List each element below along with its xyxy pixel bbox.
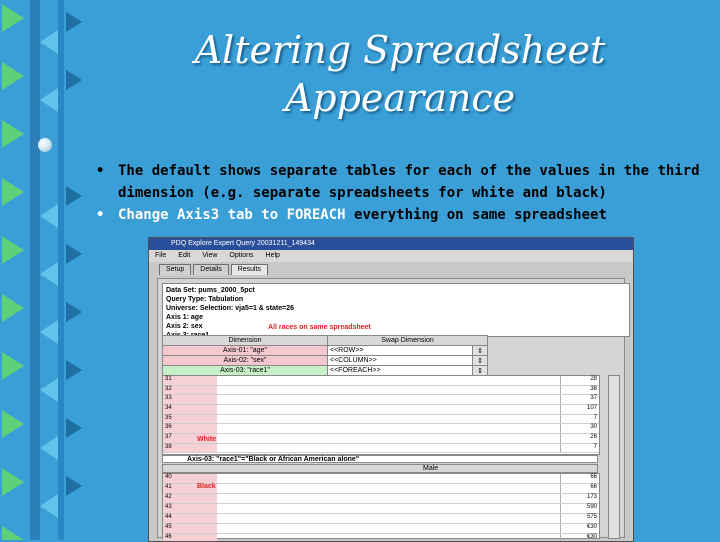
bullet-highlight: FOREACH — [286, 207, 346, 223]
row-header: 31 — [163, 376, 217, 385]
vertical-scrollbar[interactable] — [608, 375, 620, 539]
bullet-item: • Change Axis3 tab to FOREACH everything… — [90, 204, 710, 226]
bullet-icon: • — [96, 163, 105, 179]
cell-value[interactable]: 66 — [560, 484, 599, 493]
info-line: Query Type: Tabulation — [166, 296, 244, 303]
decorative-border — [0, 0, 88, 540]
axes-table: Dimension Swap Dimension Axis-01: "age" … — [162, 335, 488, 376]
bullet-text-prefix: Change Axis3 tab to — [118, 207, 287, 223]
table-row: 32 38 — [163, 385, 599, 396]
spreadsheet-black: 40 66 41 66 42 173 43 590 44 575 45 €30 46 €30 … — [162, 473, 600, 541]
info-line: Axis 2: sex — [166, 323, 203, 330]
row-header: 45 — [163, 524, 217, 533]
menu-options[interactable]: Options — [229, 250, 253, 262]
axes-header-dimension: Dimension — [162, 335, 328, 346]
cell-value[interactable]: 575 — [560, 514, 599, 523]
cell-value[interactable]: 173 — [560, 494, 599, 503]
tab-bar: Setup Details Results — [149, 262, 633, 276]
axis-swap-select[interactable]: <<FOREACH>> — [327, 365, 473, 376]
axis3-bar: Axis-03: "race1"="Black or African Ameri… — [162, 455, 598, 463]
menu-edit[interactable]: Edit — [178, 250, 190, 262]
table-row: 31 28 — [163, 376, 599, 386]
row-header: 32 — [163, 385, 217, 395]
menu-view[interactable]: View — [202, 250, 217, 262]
swap-arrow-icon[interactable]: ⇕ — [472, 355, 488, 366]
row-header: 44 — [163, 514, 217, 523]
app-window: PDQ Explore Expert Query 20031211_149434… — [148, 237, 634, 542]
race-label: White — [197, 436, 217, 443]
table-row: 42 173 — [163, 494, 599, 504]
menu-file[interactable]: File — [155, 250, 166, 262]
cell-value[interactable]: 26 — [560, 433, 599, 443]
column-header: Male — [162, 464, 598, 473]
race-label: Black — [197, 483, 216, 490]
column-header-label: Male — [423, 465, 439, 472]
axis-dimension: Axis-01: "age" — [162, 345, 328, 356]
annotation-note: All races on same spreadsheet — [268, 324, 371, 331]
cell-value[interactable]: 590 — [560, 504, 599, 513]
table-row: 37 26 — [163, 433, 599, 444]
menu-bar: File Edit View Options Help — [149, 250, 633, 262]
table-row: 40 66 — [163, 474, 599, 484]
bullet-icon: • — [96, 207, 105, 223]
row-header: 38 — [163, 443, 217, 453]
table-row: 44 575 — [163, 514, 599, 524]
row-header: 35 — [163, 414, 217, 424]
row-header: 34 — [163, 404, 217, 414]
cell-value[interactable]: 28 — [560, 376, 599, 385]
axis-dimension: Axis-02: "sex" — [162, 355, 328, 366]
axis-row: Axis-03: "race1" <<FOREACH>> ⇕ — [162, 365, 488, 376]
cell-value[interactable]: 38 — [560, 385, 599, 395]
cell-value[interactable]: 7 — [560, 443, 599, 453]
cell-value[interactable]: 107 — [560, 404, 599, 414]
info-line: Universe: Selection: vja5=1 & state=26 — [166, 305, 295, 312]
row-header: 40 — [163, 474, 217, 483]
tab-setup[interactable]: Setup — [159, 264, 192, 275]
axis-swap-select[interactable]: <<COLUMN>> — [327, 355, 473, 366]
tab-results[interactable]: Results — [230, 264, 269, 275]
slide-title: Altering Spreadsheet Appearance — [194, 28, 606, 120]
table-row: 33 37 — [163, 395, 599, 405]
table-row: 38 7 — [163, 443, 599, 454]
cell-value[interactable]: 7 — [560, 414, 599, 424]
bullet-text-suffix: everything on same spreadsheet — [345, 207, 607, 223]
window-title: PDQ Explore Expert Query 20031211_149434 — [149, 238, 633, 250]
cell-value[interactable]: 66 — [560, 474, 599, 483]
axis-dimension: Axis-03: "race1" — [162, 365, 328, 376]
row-header: 42 — [163, 494, 217, 503]
pin-icon — [38, 138, 52, 152]
row-header: 46 — [163, 534, 217, 541]
axis-row: Axis-02: "sex" <<COLUMN>> ⇕ — [162, 355, 488, 366]
cell-value[interactable]: €30 — [560, 524, 599, 533]
bullet-list: • The default shows separate tables for … — [90, 160, 710, 226]
table-row: 43 590 — [163, 504, 599, 514]
info-line: Data Set: pums_2000_5pct — [166, 287, 255, 294]
cell-value[interactable]: 37 — [560, 395, 599, 404]
row-header: 36 — [163, 424, 217, 433]
table-row: 41 66 — [163, 484, 599, 494]
tab-details[interactable]: Details — [193, 264, 229, 275]
row-header: 43 — [163, 504, 217, 513]
cell-value[interactable]: 30 — [560, 424, 599, 433]
menu-help[interactable]: Help — [266, 250, 280, 262]
swap-arrow-icon[interactable]: ⇕ — [472, 345, 488, 356]
results-panel: Data Set: pums_2000_5pct Query Type: Tab… — [157, 278, 630, 541]
table-row: 36 30 — [163, 424, 599, 434]
bullet-text: The default shows separate tables for ea… — [118, 163, 700, 201]
swap-arrow-icon[interactable]: ⇕ — [472, 365, 488, 376]
table-row: 34 107 — [163, 404, 599, 415]
table-row: 45 €30 — [163, 524, 599, 534]
cell-value[interactable]: €30 — [560, 534, 599, 541]
table-row: 46 €30 — [163, 534, 599, 541]
row-header: 33 — [163, 395, 217, 404]
spreadsheet-white: 31 28 32 38 33 37 34 107 35 7 36 30 37 26 38 7 W… — [162, 375, 600, 455]
info-line: Axis 1: age — [166, 314, 203, 321]
axis-row: Axis-01: "age" <<ROW>> ⇕ — [162, 345, 488, 356]
axis-swap-select[interactable]: <<ROW>> — [327, 345, 473, 356]
bullet-item: • The default shows separate tables for … — [90, 160, 710, 204]
table-row: 35 7 — [163, 414, 599, 425]
axes-header-swap: Swap Dimension — [327, 335, 488, 346]
query-info: Data Set: pums_2000_5pct Query Type: Tab… — [162, 283, 630, 348]
